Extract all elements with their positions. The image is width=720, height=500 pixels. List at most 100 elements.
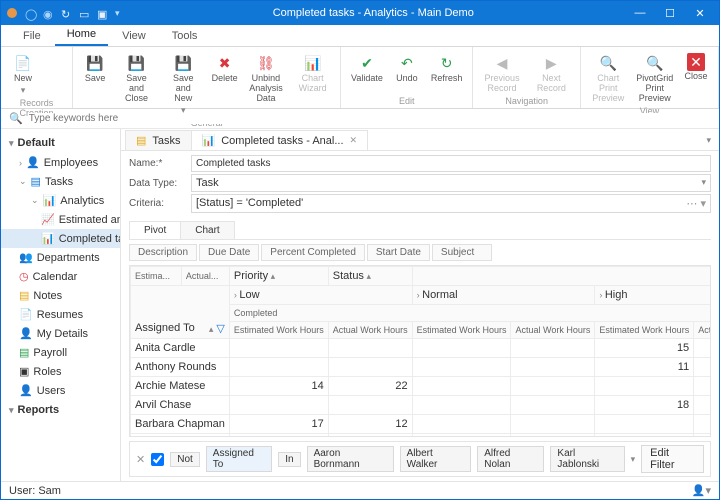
pivot-preview-button[interactable]: 🔍PivotGrid Print Preview (633, 51, 676, 106)
cell: 22 (328, 377, 412, 396)
unbind-button[interactable]: ⛓Unbind Analysis Data (245, 51, 288, 106)
status-user: User: Sam (9, 485, 61, 497)
qat-refresh-icon[interactable]: ↻ (61, 8, 71, 18)
sidebar-item-mydetails[interactable]: 👤My Details (1, 324, 120, 343)
col-priority[interactable]: Priority ▴ (229, 267, 328, 286)
col-estima[interactable]: Estima... (131, 267, 182, 286)
row-name: Archie Matese (131, 377, 230, 396)
datatype-field[interactable]: Task▾ (191, 174, 711, 192)
departments-icon: 👥 (19, 251, 33, 264)
sidebar-item-users[interactable]: 👤Users (1, 381, 120, 400)
cell (229, 396, 328, 415)
edit-filter-button[interactable]: Edit Filter (641, 445, 704, 473)
sidebar-section-default[interactable]: ▾Default (1, 133, 120, 153)
table-row[interactable]: Archie Matese14221422 (131, 377, 712, 396)
refresh-button[interactable]: ↻Refresh (427, 51, 467, 86)
qat-save-icon[interactable]: ◉ (43, 8, 53, 18)
validate-button[interactable]: ✔Validate (347, 51, 387, 86)
sidebar-section-reports[interactable]: ▾Reports (1, 400, 120, 420)
filter-val[interactable]: Alfred Nolan (477, 446, 544, 472)
filter-icon[interactable]: ▽ (216, 323, 224, 335)
sidebar-item-calendar[interactable]: ◷Calendar (1, 267, 120, 286)
save-button[interactable]: 💾Save (79, 51, 111, 86)
tab-home[interactable]: Home (55, 24, 108, 46)
cell: 17 (694, 339, 711, 358)
close-button[interactable]: ✕Close (680, 51, 712, 84)
sidebar-item-notes[interactable]: ▤Notes (1, 286, 120, 305)
roles-icon: ▣ (19, 365, 29, 378)
sidebar-item-completed[interactable]: 📊Completed tasks (1, 229, 120, 248)
sidebar-item-estimated[interactable]: 📈Estimated and actual wor (1, 210, 120, 229)
col-status[interactable]: Status ▴ (328, 267, 412, 286)
tasks-icon: ▤ (136, 134, 146, 147)
col-high[interactable]: › High (595, 286, 711, 305)
subtab-chart[interactable]: Chart (180, 221, 234, 239)
filter-op[interactable]: In (278, 452, 300, 467)
sidebar-item-analytics[interactable]: ⌄📊Analytics (1, 191, 120, 210)
delete-button[interactable]: ✖Delete (209, 51, 241, 86)
filter-enabled-checkbox[interactable] (151, 453, 164, 466)
subtab-pivot[interactable]: Pivot (129, 221, 181, 239)
doctab-tasks[interactable]: ▤Tasks (125, 130, 192, 150)
doctab-analytics[interactable]: 📊Completed tasks - Anal...✕ (191, 130, 369, 150)
tab-view[interactable]: View (110, 26, 158, 46)
tab-tools[interactable]: Tools (160, 26, 210, 46)
table-row[interactable]: Arvil Chase18101810 (131, 396, 712, 415)
close-tab-icon[interactable]: ✕ (350, 135, 358, 146)
col-actual[interactable]: Actual... (181, 267, 229, 286)
qat-presenter-icon[interactable]: ▣ (97, 8, 107, 18)
prev-record-button: ◀Previous Record (479, 51, 524, 96)
cell (412, 339, 511, 358)
sidebar-item-departments[interactable]: 👥Departments (1, 248, 120, 267)
filter-field[interactable]: Assigned To (206, 446, 272, 472)
sidebar-item-tasks[interactable]: ⌄▤Tasks (1, 172, 120, 191)
col-low[interactable]: › Low (229, 286, 412, 305)
filter-val[interactable]: Aaron Bornmann (307, 446, 394, 472)
qat-disk-icon[interactable]: ▭ (79, 8, 89, 18)
cell: 15 (595, 339, 694, 358)
table-row[interactable]: Anita Cardle15171517 (131, 339, 712, 358)
table-row[interactable]: Barbara Faircloth25202520 (131, 434, 712, 438)
criteria-field[interactable]: [Status] = 'Completed'⋯ ▾ (191, 194, 711, 213)
filter-val[interactable]: Albert Walker (400, 446, 472, 472)
search-input[interactable] (29, 113, 711, 124)
filter-dropdown-icon[interactable]: ▾ (631, 454, 636, 465)
field-description[interactable]: Description (129, 244, 197, 261)
col-completed[interactable]: Completed (229, 305, 711, 322)
filter-close-icon[interactable]: ✕ (136, 453, 145, 466)
maximize-button[interactable]: ☐ (657, 3, 683, 23)
pivot-grid[interactable]: Estima... Actual... Priority ▴ Status ▴ … (129, 265, 711, 437)
search-bar: 🔍 (1, 109, 719, 129)
table-row[interactable]: Barbara Chapman17121712 (131, 415, 712, 434)
row-header-assigned[interactable]: Assigned To (135, 322, 195, 335)
name-field[interactable]: Completed tasks (191, 155, 711, 172)
search-icon: 🔍 (9, 112, 23, 125)
cell: 14 (229, 377, 328, 396)
filter-val[interactable]: Karl Jablonski (550, 446, 624, 472)
col-normal[interactable]: › Normal (412, 286, 595, 305)
sidebar-item-payroll[interactable]: ▤Payroll (1, 343, 120, 362)
tab-file[interactable]: File (11, 26, 53, 46)
field-percent[interactable]: Percent Completed (261, 244, 365, 261)
save-close-button[interactable]: 💾Save and Close (115, 51, 158, 106)
close-window-button[interactable]: ✕ (687, 3, 713, 23)
sidebar-item-employees[interactable]: ›👤Employees (1, 153, 120, 172)
qat-new-icon[interactable]: ◯ (25, 8, 35, 18)
new-button[interactable]: 📄New▾ (7, 51, 39, 98)
cell (511, 377, 595, 396)
tabs-dropdown-icon[interactable]: ▾ (698, 131, 719, 150)
field-subject[interactable]: Subject (432, 244, 492, 261)
new-icon: 📄 (13, 53, 33, 73)
field-duedate[interactable]: Due Date (199, 244, 259, 261)
notes-icon: ▤ (19, 289, 29, 302)
minimize-button[interactable]: — (627, 3, 653, 23)
undo-button[interactable]: ↶Undo (391, 51, 423, 86)
field-startdate[interactable]: Start Date (367, 244, 430, 261)
table-row[interactable]: Anthony Rounds111111 (131, 358, 712, 377)
sidebar-item-roles[interactable]: ▣Roles (1, 362, 120, 381)
status-user-icon[interactable]: 👤▾ (692, 484, 711, 497)
save-new-button[interactable]: 💾Save and New▾ (162, 51, 205, 118)
filter-not[interactable]: Not (170, 452, 200, 467)
chart-preview-button: 🔍Chart Print Preview (587, 51, 630, 106)
sidebar-item-resumes[interactable]: 📄Resumes (1, 305, 120, 324)
